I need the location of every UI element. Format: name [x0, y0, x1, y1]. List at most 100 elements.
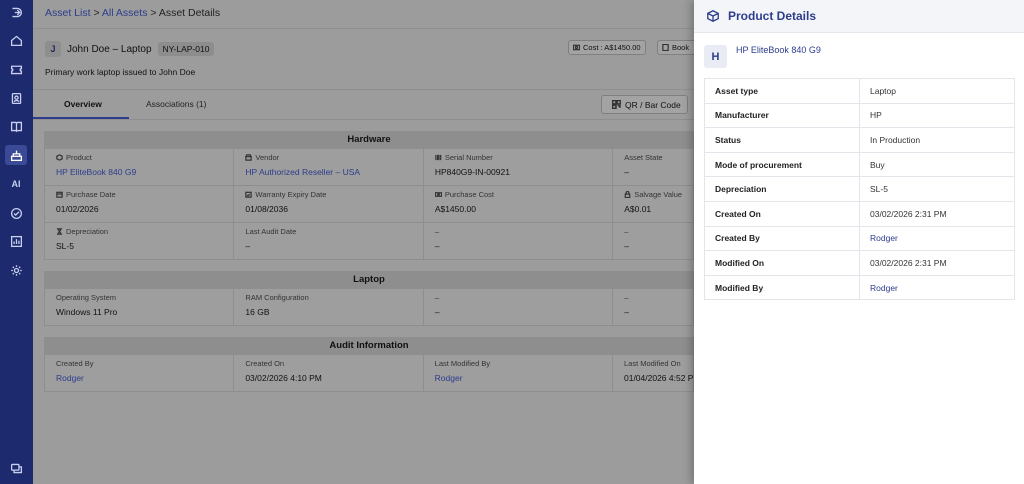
- divider: [33, 119, 694, 120]
- field-label: Depreciation: [66, 227, 109, 236]
- field-created-on: Created On 03/02/2026 4:10 PM: [234, 355, 424, 391]
- assets-icon[interactable]: [5, 145, 27, 165]
- field-value[interactable]: HP Authorized Reseller – USA: [245, 167, 411, 177]
- field-last-modified-on: Last Modified On 01/04/2026 4:52 PM: [613, 355, 701, 391]
- field-label: –: [624, 293, 629, 302]
- field-label: Product: [66, 153, 92, 162]
- table-row: Created By Rodger: [704, 225, 1015, 251]
- hardware-section: Hardware Product HP EliteBook 840 G9 Ven…: [44, 131, 694, 260]
- field-value: 01/02/2026: [56, 204, 99, 214]
- cost-label: Cost : A$1450.00: [583, 43, 641, 52]
- product-details-table: Asset type Laptop Manufacturer HP Status In…: [704, 78, 1015, 301]
- book-label: Book: [672, 43, 690, 52]
- field-label: Last Modified By: [434, 359, 491, 368]
- field-value: –: [624, 241, 629, 251]
- table-row: Asset type Laptop: [704, 78, 1015, 104]
- field-label: Vendor: [255, 153, 280, 162]
- field-label: Created On: [245, 359, 285, 368]
- table-row: Created On 03/02/2026 2:31 PM: [704, 200, 1015, 227]
- row-value: Buy: [859, 151, 1015, 177]
- field-purchase-cost: Purchase Cost A$1450.00: [424, 186, 614, 222]
- row-key: Mode of procurement: [704, 151, 860, 177]
- divider: [33, 89, 694, 90]
- hourglass-icon: [56, 228, 63, 235]
- row-key: Modified By: [704, 274, 860, 300]
- main-content: Asset List > All Assets > Asset Details …: [33, 0, 701, 484]
- row-value-link[interactable]: Rodger: [859, 274, 1015, 300]
- table-row: Created By Rodger Created On 03/02/2026 …: [45, 354, 701, 391]
- field-value: HP840G9-IN-00921: [434, 167, 510, 177]
- book-icon: [662, 44, 669, 51]
- row-value: Laptop: [870, 85, 896, 96]
- contacts-icon[interactable]: [5, 88, 27, 108]
- settings-gear-icon[interactable]: [5, 260, 27, 280]
- money-icon: [573, 44, 580, 51]
- field-label: Purchase Date: [66, 190, 116, 199]
- field-value[interactable]: Rodger: [435, 373, 601, 383]
- row-key: Modified On: [704, 250, 860, 276]
- ticket-icon[interactable]: [5, 59, 27, 79]
- row-key: Status: [704, 127, 860, 153]
- table-row: Mode of procurement Buy: [704, 151, 1015, 177]
- book-button[interactable]: Book: [657, 40, 697, 55]
- asset-name: John Doe – Laptop: [67, 43, 152, 55]
- table-row: Product HP EliteBook 840 G9 Vendor HP Au…: [45, 148, 693, 185]
- product-name-link[interactable]: HP EliteBook 840 G9: [736, 45, 821, 68]
- tab-overview[interactable]: Overview: [64, 99, 102, 109]
- field-value: 16 GB: [245, 307, 270, 317]
- field-value: –: [624, 167, 629, 177]
- divider: [33, 28, 694, 29]
- field-value: A$0.01: [624, 204, 652, 214]
- check-circle-icon[interactable]: [5, 203, 27, 223]
- reports-chart-icon[interactable]: [5, 231, 27, 251]
- table-row: Manufacturer HP: [704, 102, 1015, 128]
- field-label: –: [434, 227, 439, 236]
- field-label: –: [434, 293, 439, 302]
- field-salvage-value: Salvage Value A$0.01: [613, 186, 693, 222]
- field-value: –: [434, 241, 440, 251]
- table-row: Purchase Date 01/02/2026 Warranty Expiry…: [45, 185, 693, 222]
- laptop-section: Laptop Operating System Windows 11 Pro R…: [44, 271, 694, 326]
- qr-barcode-button[interactable]: QR / Bar Code: [601, 95, 688, 114]
- field-product: Product HP EliteBook 840 G9: [45, 149, 235, 185]
- chat-icon[interactable]: [5, 458, 27, 478]
- breadcrumb-all-assets[interactable]: All Assets: [102, 7, 148, 19]
- field-value[interactable]: Rodger: [56, 373, 222, 383]
- home-icon[interactable]: [5, 30, 27, 50]
- cost-pill: Cost : A$1450.00: [568, 40, 646, 55]
- section-title: Audit Information: [45, 338, 693, 354]
- table-row: Operating System Windows 11 Pro RAM Conf…: [45, 288, 693, 325]
- field-value[interactable]: HP EliteBook 840 G9: [56, 167, 222, 177]
- field-value: 03/02/2026 4:10 PM: [245, 373, 322, 383]
- ai-icon[interactable]: AI: [5, 174, 27, 194]
- field-last-modified-by: Last Modified By Rodger: [424, 355, 613, 391]
- money-icon: [434, 192, 442, 197]
- asset-tag-badge: NY-LAP-010: [157, 42, 215, 56]
- knowledge-book-icon[interactable]: [5, 116, 27, 136]
- field-label: Warranty Expiry Date: [255, 190, 327, 199]
- field-value: Windows 11 Pro: [56, 307, 118, 317]
- field-serial-number: Serial Number HP840G9-IN-00921: [424, 149, 614, 185]
- row-value-link[interactable]: Rodger: [859, 225, 1015, 251]
- field-value: 01/04/2026 4:52 PM: [623, 373, 701, 383]
- panel-header: Product Details: [694, 0, 1024, 33]
- breadcrumb-asset-list[interactable]: Asset List: [45, 7, 91, 19]
- field-label: Last Audit Date: [245, 227, 297, 236]
- row-value: In Production: [859, 127, 1015, 153]
- breadcrumb-current: Asset Details: [158, 7, 221, 19]
- row-key: Created By: [704, 225, 860, 251]
- tab-associations[interactable]: Associations (1): [146, 99, 206, 109]
- breadcrumb-separator: >: [147, 7, 159, 19]
- breadcrumb-separator: >: [90, 7, 102, 19]
- product-summary: H HP EliteBook 840 G9: [704, 43, 821, 68]
- box-icon: [707, 10, 719, 22]
- field-label: Purchase Cost: [444, 190, 495, 199]
- field-label: RAM Configuration: [245, 293, 309, 302]
- row-key: Manufacturer: [704, 102, 860, 128]
- field-ram-configuration: RAM Configuration 16 GB: [234, 289, 424, 325]
- field-empty: – –: [613, 289, 693, 325]
- logo-icon[interactable]: [5, 2, 27, 22]
- field-purchase-date: Purchase Date 01/02/2026: [45, 186, 235, 222]
- table-row: Modified By Rodger: [704, 274, 1015, 300]
- field-label: Operating System: [56, 293, 117, 302]
